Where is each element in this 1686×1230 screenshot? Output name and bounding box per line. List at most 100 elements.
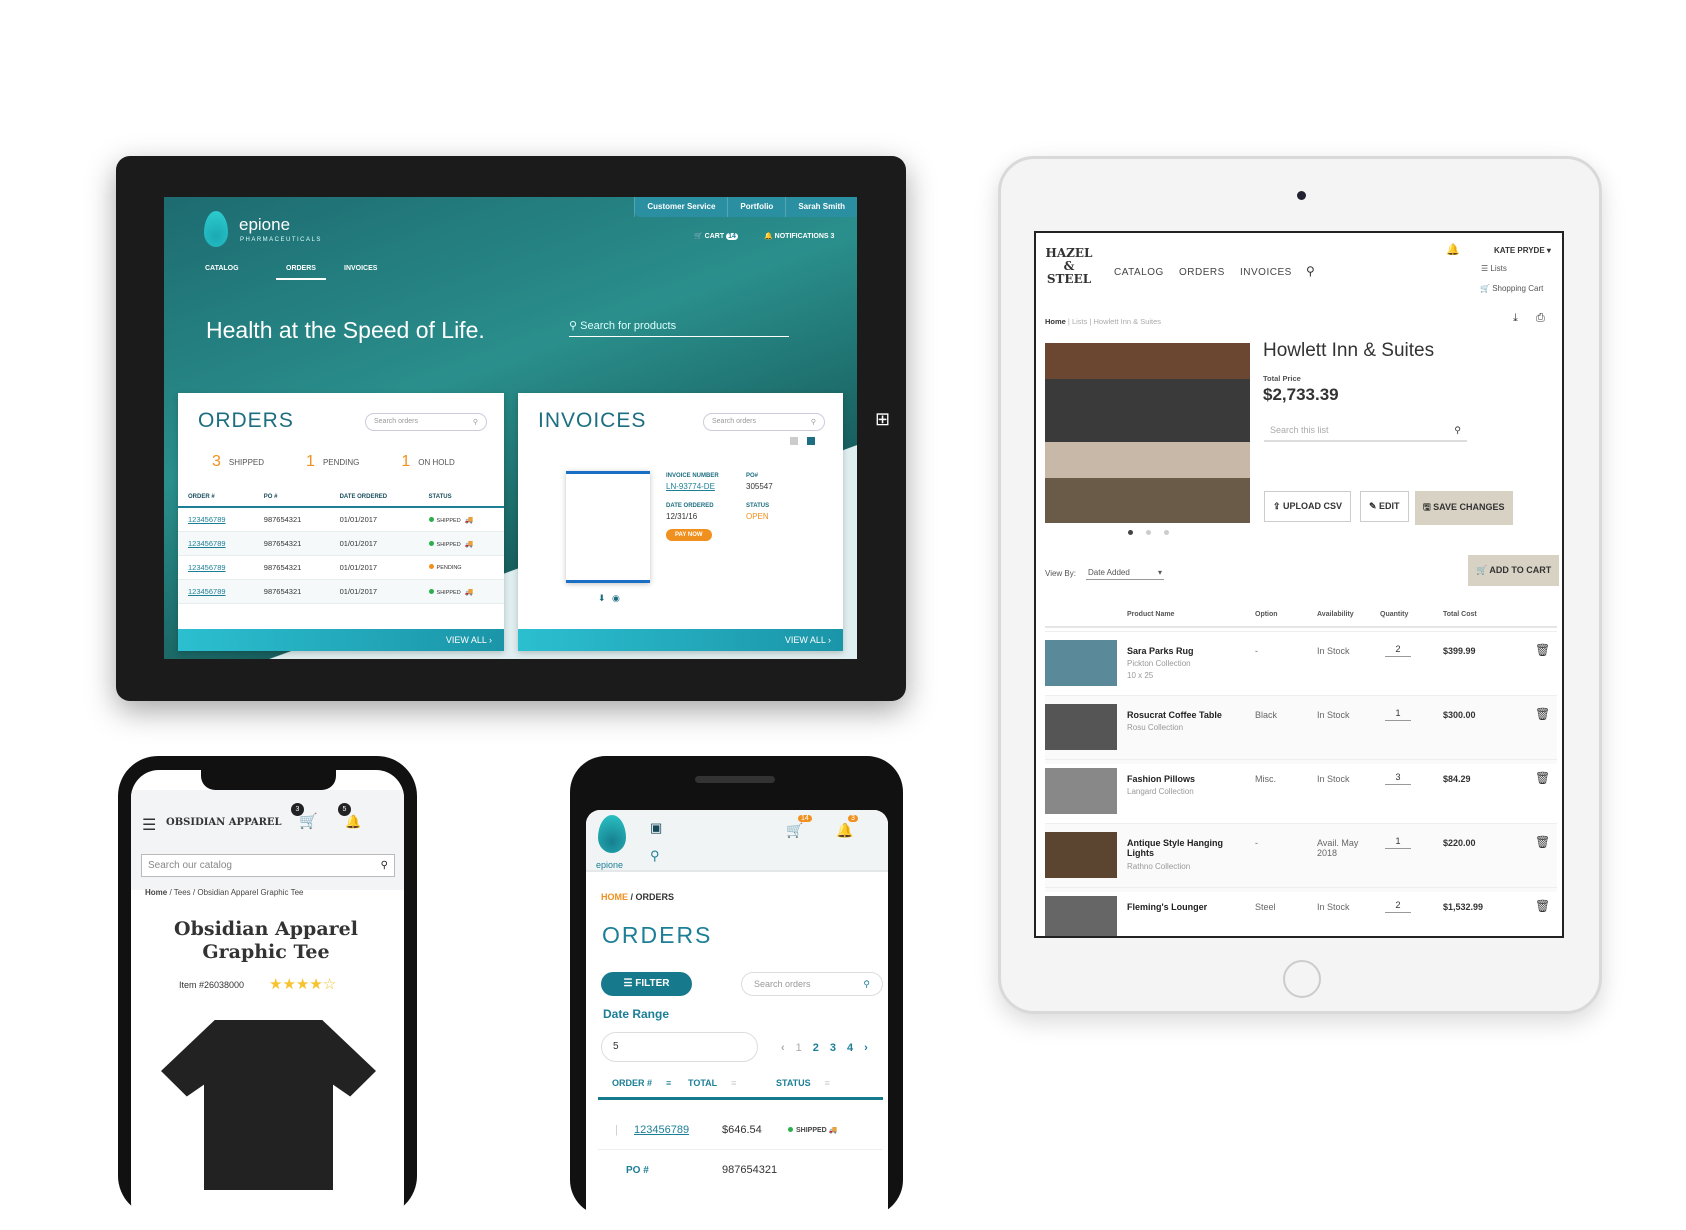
order-number-link[interactable]: 123456789 (634, 1124, 722, 1136)
search-icon[interactable]: ⚲ (1306, 264, 1315, 278)
column-header[interactable]: PO # (253, 488, 330, 508)
quantity-input[interactable]: 2 (1385, 900, 1411, 913)
pay-now-button[interactable]: PAY NOW (666, 529, 712, 541)
quantity-input[interactable]: 3 (1385, 772, 1411, 785)
invoices-search-input[interactable]: Search orders ⚲ (703, 413, 825, 431)
add-to-cart-button[interactable]: 🛒 ADD TO CART (1468, 555, 1560, 586)
view-by-select[interactable]: Date Added ▾ (1086, 566, 1164, 580)
trash-icon[interactable]: 🗑 (1535, 771, 1550, 785)
breadcrumb-home[interactable]: Home (1045, 317, 1066, 326)
breadcrumb-tees[interactable]: Tees (174, 888, 191, 897)
hamburger-menu-icon[interactable]: ☰ (142, 815, 156, 835)
order-number-link[interactable]: 123456789 (188, 563, 226, 572)
cart-link[interactable]: 🛒 CART 14 (694, 232, 738, 240)
download-icon[interactable]: ⬇ (598, 593, 606, 604)
product-thumbnail[interactable] (1045, 768, 1117, 814)
next-page-icon[interactable]: › (864, 1042, 868, 1054)
product-name[interactable]: Fashion Pillows (1127, 774, 1247, 784)
notification-bell-icon[interactable]: 🔔 (1446, 243, 1460, 256)
catalog-search-input[interactable]: Search our catalog ⚲ (141, 854, 395, 877)
product-name[interactable]: Fleming's Lounger (1127, 902, 1247, 912)
order-number-link[interactable]: 123456789 (188, 587, 226, 596)
nav-orders[interactable]: ORDERS (276, 265, 326, 280)
breadcrumb-home[interactable]: HOME (601, 892, 628, 902)
cart-icon[interactable]: 🛒 (786, 822, 803, 839)
column-header[interactable]: ORDER # (178, 488, 254, 508)
quantity-input[interactable]: 1 (1385, 708, 1411, 721)
product-thumbnail[interactable] (1045, 896, 1117, 936)
product-thumbnail[interactable] (1045, 832, 1117, 878)
user-menu[interactable]: Sarah Smith (785, 197, 857, 217)
column-header[interactable]: STATUS (418, 488, 504, 508)
page-2[interactable]: 2 (813, 1042, 819, 1054)
notifications-link[interactable]: 🔔 NOTIFICATIONS 3 (764, 232, 834, 240)
orders-view-all-button[interactable]: VIEW ALL › (178, 629, 504, 651)
breadcrumb-lists[interactable]: Lists (1072, 317, 1087, 326)
view-icon[interactable]: ◉ (612, 593, 620, 604)
row-expand-handle[interactable]: | (598, 1124, 634, 1136)
portfolio-link[interactable]: Portfolio (727, 197, 785, 217)
breadcrumb-home[interactable]: Home (145, 888, 167, 897)
list-view-icon[interactable] (790, 437, 798, 445)
hazel-steel-logo[interactable]: HAZEL & STEEL (1043, 247, 1095, 286)
product-search-input[interactable]: ⚲ Search for products (569, 319, 789, 337)
sort-icon[interactable]: ≡ (731, 1078, 736, 1088)
save-changes-button[interactable]: 🖫 SAVE CHANGES (1415, 491, 1513, 525)
orders-search-input[interactable]: Search orders ⚲ (741, 972, 883, 996)
product-thumbnail[interactable] (1045, 640, 1117, 686)
invoice-number-link[interactable]: LN-93774-DE (666, 482, 715, 491)
invoices-view-all-button[interactable]: VIEW ALL › (518, 629, 843, 651)
shopping-cart-link[interactable]: 🛒 Shopping Cart (1480, 284, 1543, 293)
print-icon[interactable]: ⎙ (1536, 312, 1545, 325)
nav-invoices[interactable]: INVOICES (1240, 267, 1292, 278)
trash-icon[interactable]: 🗑 (1535, 835, 1550, 849)
column-header[interactable]: DATE ORDERED (329, 488, 419, 508)
product-name[interactable]: Antique Style Hanging Lights (1127, 838, 1247, 858)
trash-icon[interactable]: 🗑 (1535, 707, 1550, 721)
account-icon[interactable]: ▣ (650, 820, 662, 836)
date-range-input[interactable]: 5 (601, 1032, 758, 1062)
trash-icon[interactable]: 🗑 (1535, 643, 1550, 657)
sort-icon[interactable]: ≡ (666, 1078, 671, 1088)
search-icon[interactable]: ⚲ (650, 848, 660, 864)
cart-icon[interactable]: 🛒 (299, 812, 318, 830)
carousel-dots[interactable] (1128, 530, 1172, 535)
order-number-link[interactable]: 123456789 (188, 515, 226, 524)
bell-icon[interactable]: 🔔 (836, 822, 853, 839)
product-name[interactable]: Sara Parks Rug (1127, 646, 1247, 656)
product-name[interactable]: Rosucrat Coffee Table (1127, 710, 1247, 720)
page-1[interactable]: 1 (796, 1042, 802, 1054)
carousel-dot[interactable] (1146, 530, 1151, 535)
nav-catalog[interactable]: CATALOG (1114, 267, 1164, 278)
quantity-input[interactable]: 2 (1385, 644, 1411, 657)
upload-csv-button[interactable]: ⇪ UPLOAD CSV (1264, 491, 1352, 522)
user-menu[interactable]: KATE PRYDE ▾ (1494, 246, 1551, 255)
lists-link[interactable]: ☰ Lists (1481, 264, 1507, 273)
quantity-input[interactable]: 1 (1385, 836, 1411, 849)
column-header[interactable]: ORDER # ≡ (598, 1078, 688, 1097)
filter-button[interactable]: ☰ FILTER (601, 972, 692, 996)
nav-invoices[interactable]: INVOICES (344, 265, 377, 272)
order-number-link[interactable]: 123456789 (188, 539, 226, 548)
carousel-dot[interactable] (1128, 530, 1133, 535)
previous-page-icon[interactable]: ‹ (781, 1042, 785, 1054)
invoice-thumbnail[interactable] (566, 471, 650, 583)
epione-drop-logo-icon[interactable] (598, 815, 626, 853)
customer-service-link[interactable]: Customer Service (634, 197, 727, 217)
page-3[interactable]: 3 (830, 1042, 836, 1054)
column-header[interactable]: TOTAL ≡ (688, 1078, 776, 1097)
nav-orders[interactable]: ORDERS (1179, 267, 1225, 278)
nav-catalog[interactable]: CATALOG (205, 265, 239, 272)
download-icon[interactable]: ⤓ (1513, 312, 1518, 325)
trash-icon[interactable]: 🗑 (1535, 899, 1550, 913)
sort-icon[interactable]: ≡ (825, 1078, 830, 1088)
obsidian-apparel-logo[interactable]: OBSIDIAN APPAREL (166, 817, 282, 828)
column-header[interactable]: STATUS ≡ (776, 1078, 876, 1097)
bell-icon[interactable]: 🔔 (345, 814, 361, 830)
list-search-input[interactable]: Search this list ⚲ (1264, 421, 1467, 442)
carousel-dot[interactable] (1164, 530, 1169, 535)
page-4[interactable]: 4 (847, 1042, 853, 1054)
home-button[interactable] (1283, 960, 1321, 998)
grid-view-icon[interactable] (807, 437, 815, 445)
orders-search-input[interactable]: Search orders ⚲ (365, 413, 487, 431)
